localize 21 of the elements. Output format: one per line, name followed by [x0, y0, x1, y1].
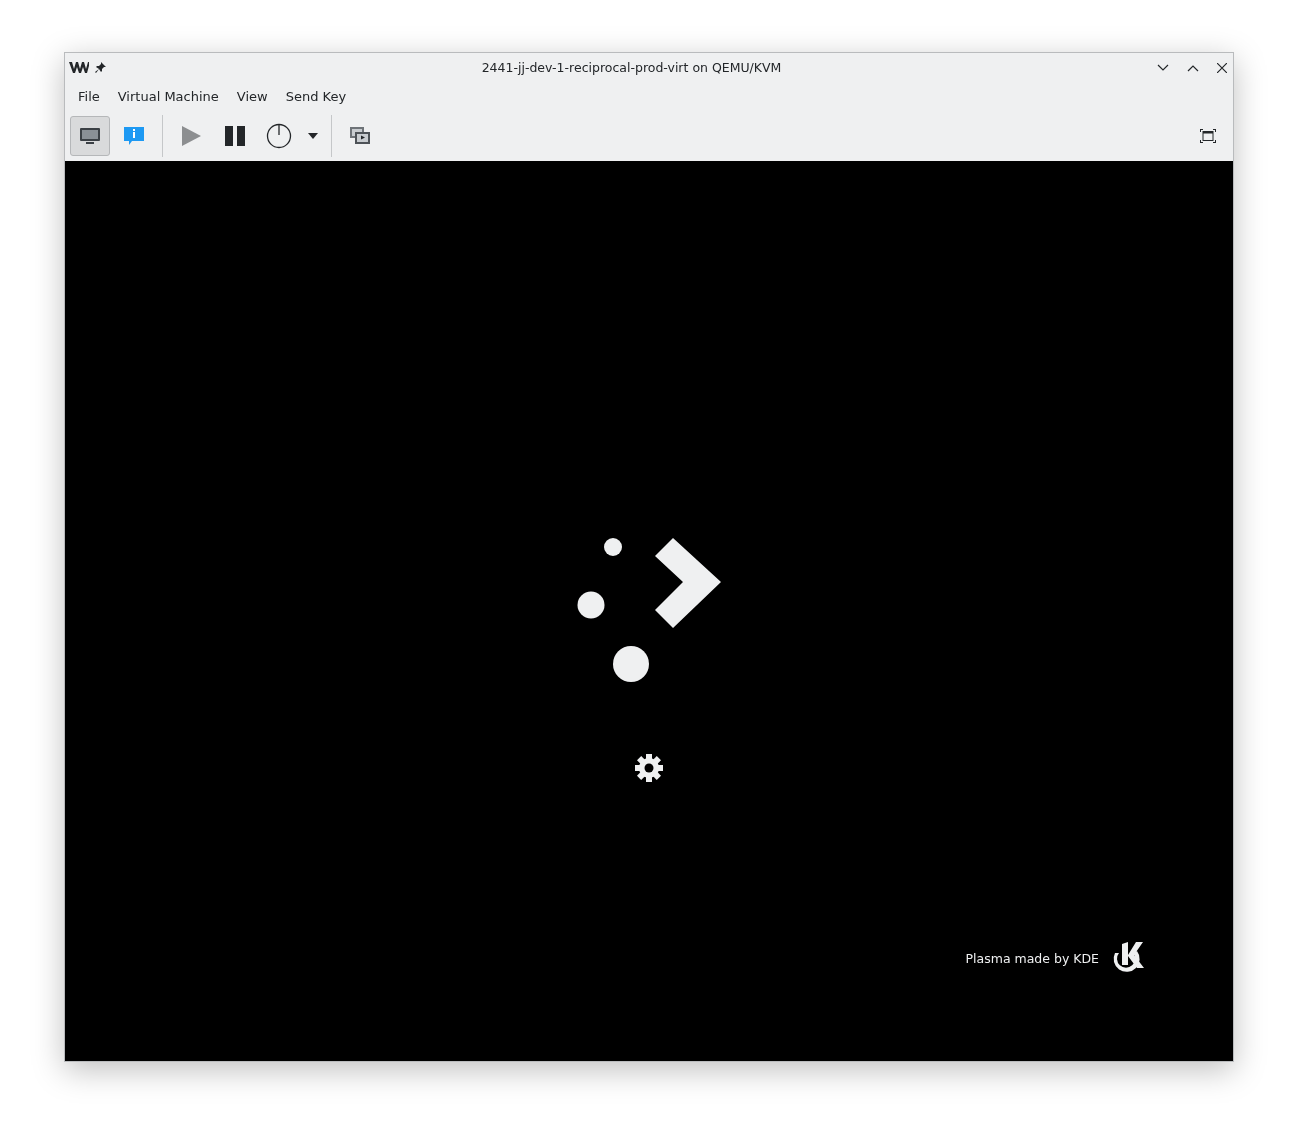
toolbar-button[interactable] [70, 116, 110, 156]
menu-item[interactable]: File [69, 86, 109, 107]
window-title: 2441-jj-dev-1-reciprocal-prod-virt on QEMU/KVM [480, 60, 783, 75]
gear-icon [634, 753, 664, 783]
power-icon [266, 123, 292, 149]
menu-item[interactable]: Send Key [276, 86, 356, 107]
caret-icon [308, 133, 318, 139]
pin-icon[interactable] [95, 62, 106, 73]
play-icon [180, 125, 202, 147]
maximize-icon[interactable] [1187, 63, 1199, 72]
pause-icon [224, 125, 246, 147]
minimize-icon[interactable] [1157, 63, 1169, 72]
menu-item[interactable]: Virtual Machine [108, 86, 228, 107]
fullscreen-icon [1200, 129, 1216, 143]
footer-text: Plasma made by KDE [965, 950, 1099, 966]
close-icon[interactable] [1217, 62, 1227, 73]
menu-item[interactable]: View [227, 86, 277, 107]
monitor-icon [79, 127, 101, 145]
screens-icon [349, 125, 371, 147]
app-logo-icon [69, 62, 89, 73]
info-bubble-icon [123, 125, 145, 147]
